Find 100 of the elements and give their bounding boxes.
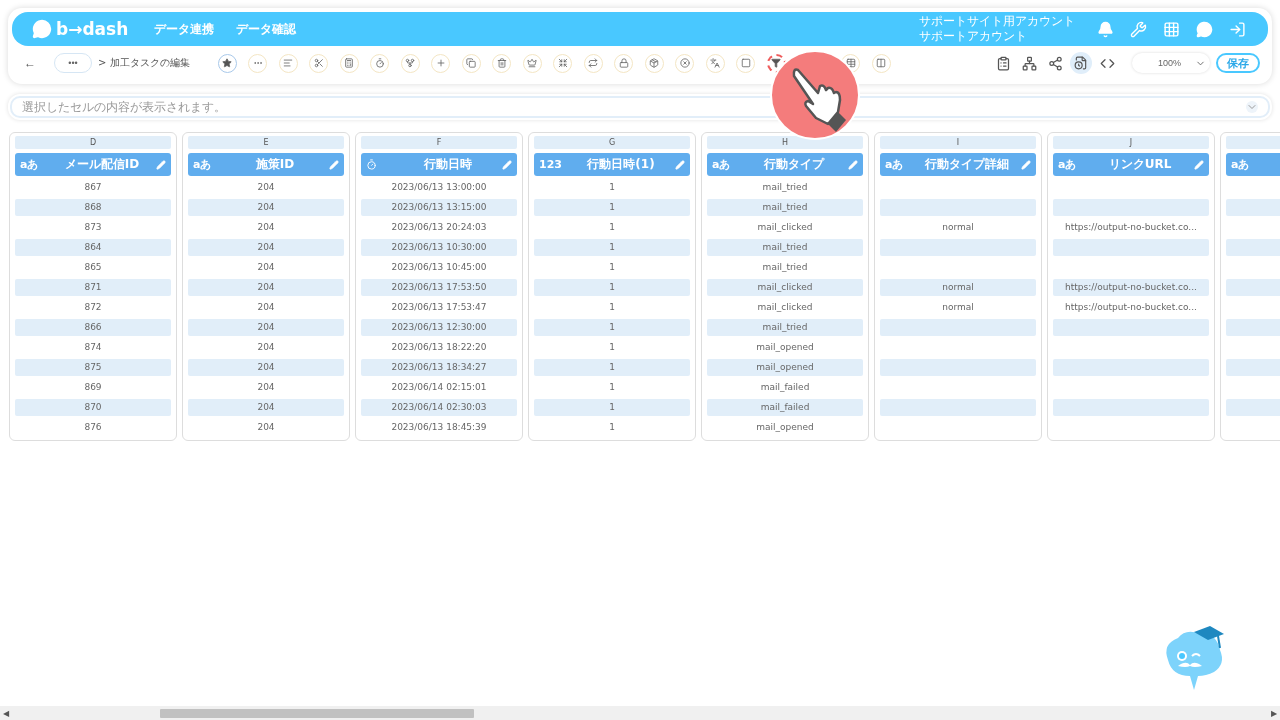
table-cell-text: 204 <box>256 341 276 354</box>
table-cell-text: 1 <box>608 421 616 434</box>
table-cell-text: 204 <box>256 181 276 194</box>
formula-bar[interactable]: 選択したセルの内容が表示されます。 <box>10 96 1270 118</box>
table-cell-text: mail_failed <box>759 381 811 394</box>
breadcrumb: > 加工タスクの編集 <box>98 56 190 70</box>
column-header[interactable]: aあ リンクURL <box>1053 153 1209 176</box>
table-cell: 204 <box>188 359 344 376</box>
table-cell-text: https://output-no-bucket.co... <box>1064 221 1198 234</box>
column-header[interactable]: aあ <box>1226 153 1280 176</box>
type-label: aあ <box>885 157 904 172</box>
column-header[interactable]: 行動日時 <box>361 153 517 176</box>
column-header[interactable]: aあ メール配信ID <box>15 153 171 176</box>
table-cell-text: mail_tried <box>761 181 809 194</box>
column-header[interactable]: aあ 行動タイプ <box>707 153 863 176</box>
type-label: aあ <box>193 157 212 172</box>
more-button[interactable]: ••• <box>54 53 92 73</box>
table-cell-text: 204 <box>256 301 276 314</box>
column-header[interactable]: aあ 施策ID <box>188 153 344 176</box>
table-cell: 871 <box>15 279 171 296</box>
table-cell-text: mail_clicked <box>756 221 814 234</box>
table-cell-text: 1 <box>608 181 616 194</box>
table-cell-text: 204 <box>256 381 276 394</box>
column-title: 行動日時 <box>423 156 473 173</box>
table-cell-text: 204 <box>256 261 276 274</box>
table-cell: 875 <box>15 359 171 376</box>
account-name: サポートアカウント <box>919 29 1028 44</box>
table-cell-text: mail_tried <box>761 261 809 274</box>
column-letter: D <box>15 136 171 149</box>
table-cell: 1 <box>534 199 690 216</box>
table-cell-text: 1 <box>608 261 616 274</box>
save-button[interactable]: 保存 <box>1216 53 1260 73</box>
column-header[interactable]: 123 行動日時(1) <box>534 153 690 176</box>
type-label: aあ <box>1058 157 1077 172</box>
column-title: 行動タイプ詳細 <box>924 156 1010 173</box>
nav-link[interactable]: データ連携 <box>154 20 215 38</box>
table-cell-text: 2023/06/13 20:24:03 <box>390 221 488 234</box>
table-cell: 1 <box>534 319 690 336</box>
column-letter: G <box>534 136 690 149</box>
account-name: サポートサイト用アカウント <box>919 14 1075 29</box>
table-cell-text: 204 <box>256 221 276 234</box>
column-title: メール配信ID <box>63 156 141 173</box>
table-cell: 868 <box>15 199 171 216</box>
table-cell-text: 873 <box>83 221 103 234</box>
table-cell: 870 <box>15 399 171 416</box>
table-cell-text: 874 <box>83 341 103 354</box>
table-cell: mail_tried <box>707 239 863 256</box>
table-cell-text: 2023/06/13 10:45:00 <box>390 261 488 274</box>
table-cell: 2023/06/13 12:30:00 <box>361 319 517 336</box>
back-button[interactable]: ← <box>20 56 40 70</box>
table-cell-text: 869 <box>83 381 103 394</box>
column-header[interactable]: aあ 行動タイプ詳細 <box>880 153 1036 176</box>
column-letter: I <box>880 136 1036 149</box>
table-cell-text: normal <box>941 221 975 234</box>
table-cell: https://output-no-bucket.co... <box>1053 279 1209 296</box>
zoom-select[interactable]: 100% <box>1132 53 1210 73</box>
table-cell-text: mail_opened <box>755 341 815 354</box>
column-letter: E <box>188 136 344 149</box>
table-cell: 2023/06/13 18:34:27 <box>361 359 517 376</box>
horizontal-scrollbar[interactable]: ◀ ▶ <box>0 706 1280 720</box>
column-letter: H <box>707 136 863 149</box>
table-cell-text: 867 <box>83 181 103 194</box>
table-cell: 2023/06/13 10:30:00 <box>361 239 517 256</box>
column-title: 施策ID <box>254 156 296 173</box>
table-cell: 2023/06/13 17:53:50 <box>361 279 517 296</box>
column-letter: J <box>1053 136 1209 149</box>
table-cell-text: 1 <box>608 341 616 354</box>
column-letter: F <box>361 136 517 149</box>
table-cell-text: 204 <box>256 421 276 434</box>
table-cell-text: 1 <box>608 301 616 314</box>
table-cell-text: 872 <box>83 301 103 314</box>
table-cell-text: 865 <box>83 261 103 274</box>
table-cell: 866 <box>15 319 171 336</box>
formula-placeholder: 選択したセルの内容が表示されます。 <box>22 98 226 116</box>
table-cell-text: 1 <box>608 381 616 394</box>
table-cell: mail_opened <box>707 359 863 376</box>
table-cell: 204 <box>188 239 344 256</box>
table-cell: 864 <box>15 239 171 256</box>
nav-link[interactable]: データ確認 <box>236 20 297 38</box>
logo-text: b→dash <box>56 19 129 39</box>
table-cell: 1 <box>534 279 690 296</box>
table-cell-text: 2023/06/13 13:00:00 <box>390 181 488 194</box>
table-cell-text: mail_clicked <box>756 301 814 314</box>
table-cell: normal <box>880 279 1036 296</box>
logo[interactable]: b→dash <box>32 19 129 39</box>
table-cell: 204 <box>188 199 344 216</box>
table-cell: 2023/06/13 13:15:00 <box>361 199 517 216</box>
table-cell-text: 2023/06/13 18:22:20 <box>390 341 488 354</box>
table-cell-text: 2023/06/13 17:53:47 <box>390 301 488 314</box>
column-title: 行動タイプ <box>763 156 826 173</box>
type-label: 123 <box>539 158 562 171</box>
column-title: リンクURL <box>1107 156 1173 173</box>
table-cell: 204 <box>188 399 344 416</box>
table-cell: 1 <box>534 359 690 376</box>
table-cell-text: normal <box>941 301 975 314</box>
table-cell-text: https://output-no-bucket.co... <box>1064 301 1198 314</box>
table-cell-text: 2023/06/13 18:45:39 <box>390 421 488 434</box>
type-label: aあ <box>1231 157 1250 172</box>
type-label: aあ <box>20 157 39 172</box>
table-cell: mail_tried <box>707 199 863 216</box>
